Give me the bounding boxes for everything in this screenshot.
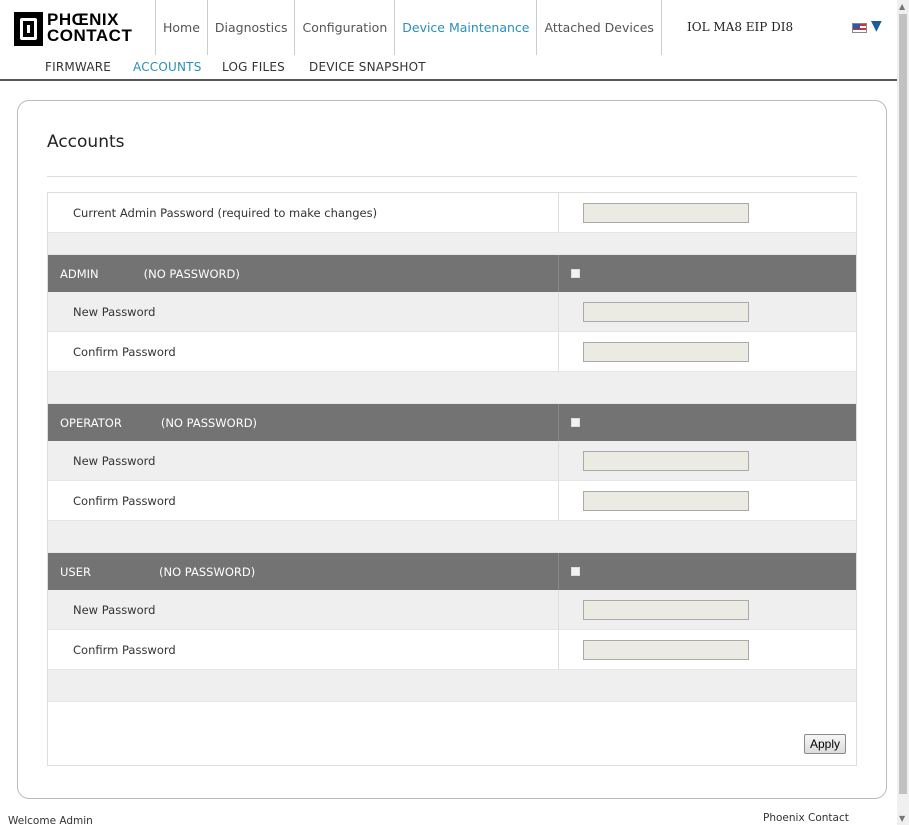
confirm-password-row-admin: Confirm Password bbox=[48, 332, 856, 372]
confirm-password-label: Confirm Password bbox=[48, 630, 559, 669]
tab-configuration[interactable]: Configuration bbox=[294, 0, 394, 55]
current-admin-label: Current Admin Password (required to make… bbox=[48, 193, 559, 232]
confirm-password-label: Confirm Password bbox=[48, 332, 559, 371]
vertical-scrollbar[interactable]: ▲ ▼ bbox=[897, 0, 909, 825]
confirm-password-input-admin[interactable] bbox=[583, 341, 749, 362]
section-status-admin: (NO PASSWORD) bbox=[143, 266, 240, 281]
new-password-input-user[interactable] bbox=[583, 599, 749, 620]
company-name: Phoenix Contact bbox=[763, 812, 849, 824]
accounts-table: Current Admin Password (required to make… bbox=[47, 192, 857, 766]
subnav-accounts[interactable]: ACCOUNTS bbox=[133, 60, 202, 74]
new-password-label: New Password bbox=[48, 441, 559, 480]
confirm-password-input-user[interactable] bbox=[583, 639, 749, 660]
enable-checkbox-operator[interactable] bbox=[571, 418, 580, 427]
logo-mark-icon bbox=[14, 12, 43, 46]
new-password-label: New Password bbox=[48, 292, 559, 331]
section-header-operator: OPERATOR (NO PASSWORD) bbox=[48, 404, 856, 441]
section-status-operator: (NO PASSWORD) bbox=[160, 415, 258, 430]
enable-checkbox-user[interactable] bbox=[571, 567, 580, 576]
section-name-user: USER bbox=[60, 564, 91, 579]
tab-attached-devices[interactable]: Attached Devices bbox=[536, 0, 662, 55]
spacer-row bbox=[48, 233, 856, 255]
new-password-input-admin[interactable] bbox=[583, 301, 749, 322]
new-password-row-operator: New Password bbox=[48, 441, 856, 481]
spacer-row bbox=[48, 372, 856, 404]
scroll-up-icon[interactable]: ▲ bbox=[899, 2, 905, 11]
tab-diagnostics[interactable]: Diagnostics bbox=[206, 0, 295, 55]
welcome-text: Welcome Admin bbox=[8, 815, 93, 825]
divider bbox=[47, 176, 857, 177]
current-admin-password-input[interactable] bbox=[583, 202, 749, 223]
chevron-down-icon[interactable]: ▼ bbox=[871, 18, 882, 34]
new-password-label: New Password bbox=[48, 590, 559, 629]
spacer-row bbox=[48, 670, 856, 702]
section-header-user: USER (NO PASSWORD) bbox=[48, 553, 856, 590]
section-header-admin: ADMIN (NO PASSWORD) bbox=[48, 255, 856, 292]
confirm-password-row-user: Confirm Password bbox=[48, 630, 856, 670]
confirm-password-label: Confirm Password bbox=[48, 481, 559, 520]
new-password-row-admin: New Password bbox=[48, 292, 856, 332]
enable-checkbox-admin[interactable] bbox=[571, 269, 580, 278]
new-password-input-operator[interactable] bbox=[583, 450, 749, 471]
logo-text: PHŒNIX CONTACT bbox=[47, 11, 133, 45]
device-name: IOL MA8 EIP DI8 bbox=[687, 20, 794, 34]
accounts-panel: Accounts Current Admin Password (require… bbox=[17, 100, 887, 799]
phoenix-contact-logo[interactable]: PHŒNIX CONTACT bbox=[14, 11, 146, 46]
subnav-log-files[interactable]: LOG FILES bbox=[222, 60, 285, 74]
scroll-down-icon[interactable]: ▼ bbox=[899, 814, 905, 823]
spacer-row bbox=[48, 521, 856, 553]
logo-line2: CONTACT bbox=[47, 26, 133, 45]
apply-button[interactable]: Apply bbox=[803, 734, 846, 754]
section-status-user: (NO PASSWORD) bbox=[158, 564, 256, 579]
section-name-admin: ADMIN bbox=[60, 266, 99, 281]
scroll-thumb[interactable] bbox=[899, 14, 907, 794]
main-nav: Home Diagnostics Configuration Device Ma… bbox=[155, 0, 662, 55]
subnav-firmware[interactable]: FIRMWARE bbox=[45, 60, 111, 74]
us-flag-icon[interactable] bbox=[852, 23, 867, 33]
header: PHŒNIX CONTACT Home Diagnostics Configur… bbox=[0, 0, 897, 55]
tab-home[interactable]: Home bbox=[155, 0, 207, 55]
new-password-row-user: New Password bbox=[48, 590, 856, 630]
section-name-operator: OPERATOR bbox=[60, 415, 122, 430]
sub-nav: FIRMWARE ACCOUNTS LOG FILES DEVICE SNAPS… bbox=[0, 55, 897, 81]
subnav-device-snapshot[interactable]: DEVICE SNAPSHOT bbox=[309, 60, 426, 74]
tab-device-maintenance[interactable]: Device Maintenance bbox=[394, 0, 536, 55]
current-admin-row: Current Admin Password (required to make… bbox=[48, 193, 856, 233]
confirm-password-input-operator[interactable] bbox=[583, 490, 749, 511]
page-title: Accounts bbox=[47, 132, 125, 152]
apply-row: Apply bbox=[48, 702, 856, 765]
confirm-password-row-operator: Confirm Password bbox=[48, 481, 856, 521]
